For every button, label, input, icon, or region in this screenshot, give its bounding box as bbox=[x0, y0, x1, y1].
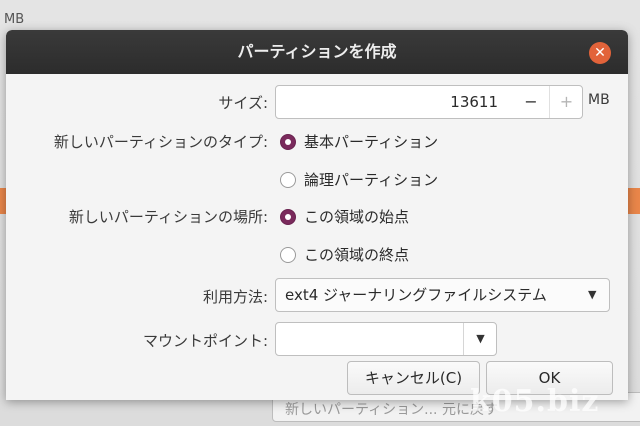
size-unit: MB bbox=[588, 92, 610, 108]
size-value[interactable]: 13611 bbox=[276, 86, 498, 118]
radio-end-of-space[interactable] bbox=[280, 247, 296, 263]
cancel-button[interactable]: キャンセル(C) bbox=[347, 361, 480, 395]
create-partition-dialog: パーティションを作成 ✕ サイズ: 13611 − + MB 新しいパーティショ… bbox=[6, 30, 628, 400]
background-unit-label: MB bbox=[4, 12, 25, 27]
radio-logical-partition[interactable] bbox=[280, 172, 296, 188]
size-label: サイズ: bbox=[218, 94, 268, 112]
end-of-space-label[interactable]: この領域の終点 bbox=[304, 244, 409, 265]
mount-point-input[interactable] bbox=[276, 323, 462, 355]
primary-partition-label[interactable]: 基本パーティション bbox=[304, 131, 438, 152]
mount-point-combo[interactable]: ▼ bbox=[275, 322, 497, 356]
mount-point-label: マウントポイント: bbox=[142, 332, 268, 350]
dropdown-arrow-icon: ▼ bbox=[476, 332, 485, 345]
start-of-space-label[interactable]: この領域の始点 bbox=[304, 206, 409, 227]
size-spinbutton[interactable]: 13611 − + bbox=[275, 85, 583, 119]
dialog-titlebar: パーティションを作成 ✕ bbox=[6, 30, 628, 74]
dropdown-arrow-icon: ▼ bbox=[588, 288, 597, 301]
location-label: 新しいパーティションの場所: bbox=[68, 208, 268, 226]
logical-partition-label[interactable]: 論理パーティション bbox=[304, 169, 438, 190]
filesystem-dropdown[interactable]: ext4 ジャーナリングファイルシステム ▼ bbox=[275, 278, 610, 312]
mount-point-dropdown-button[interactable]: ▼ bbox=[463, 323, 497, 355]
watermark: k05.biz bbox=[470, 384, 600, 419]
usage-label: 利用方法: bbox=[202, 288, 268, 306]
plus-icon: + bbox=[559, 92, 574, 111]
filesystem-value: ext4 ジャーナリングファイルシステム bbox=[285, 286, 547, 304]
decrement-button[interactable]: − bbox=[514, 86, 548, 118]
radio-start-of-space[interactable] bbox=[280, 209, 296, 225]
minus-icon: − bbox=[524, 92, 538, 111]
radio-primary-partition[interactable] bbox=[280, 134, 296, 150]
increment-button[interactable]: + bbox=[549, 86, 583, 118]
dialog-title: パーティションを作成 bbox=[237, 42, 397, 61]
close-icon: ✕ bbox=[594, 45, 606, 61]
partition-type-label: 新しいパーティションのタイプ: bbox=[53, 133, 268, 151]
close-button[interactable]: ✕ bbox=[589, 42, 611, 64]
